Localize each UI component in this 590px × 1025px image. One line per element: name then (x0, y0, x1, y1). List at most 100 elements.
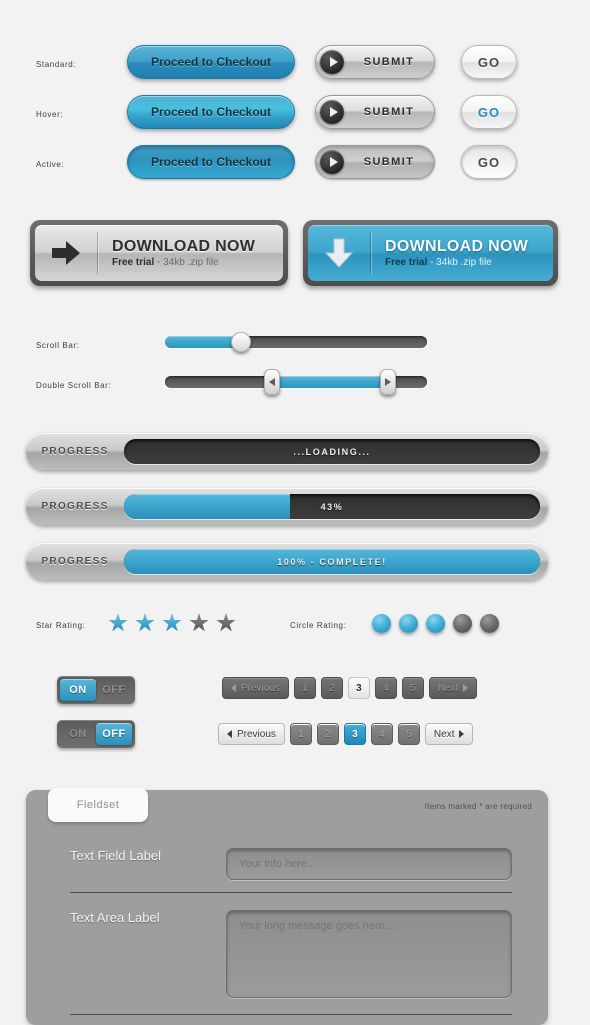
download-now-button-blue[interactable]: DOWNLOAD NOW Free trial - 34kb .zip file (303, 220, 558, 286)
pagination-dark[interactable]: Previous 1 2 3 4 5 Next (222, 677, 478, 699)
circle-rating-label: Circle Rating: (290, 621, 347, 630)
double-scroll-bar-handle-right[interactable] (379, 369, 396, 395)
text-field-label: Text Field Label (70, 848, 162, 863)
progress-label: PROGRESS (41, 501, 109, 512)
pagination-previous-button[interactable]: Previous (218, 723, 285, 745)
progress-bar-complete: PROGRESS 100% - COMPLETE! (26, 543, 548, 580)
proceed-to-checkout-button-standard[interactable]: Proceed to Checkout (127, 45, 295, 79)
circle-icon[interactable] (426, 614, 445, 633)
pagination-page-4[interactable]: 4 (374, 677, 397, 699)
submit-button-active[interactable]: SUBMIT (315, 145, 435, 179)
scroll-bar-handle[interactable] (230, 332, 251, 352)
divider (70, 892, 512, 893)
download-subtitle: Free trial - 34kb .zip file (112, 256, 219, 268)
circle-icon[interactable] (480, 614, 499, 633)
star-rating[interactable] (108, 613, 236, 633)
progress-track: 100% - COMPLETE! (124, 549, 540, 574)
star-icon[interactable] (135, 613, 155, 632)
go-button-active[interactable]: GO (461, 145, 517, 179)
text-field-row: Text Field Label (26, 848, 548, 880)
circle-rating[interactable] (372, 614, 499, 633)
star-icon[interactable] (108, 613, 128, 632)
download-now-button-grey[interactable]: DOWNLOAD NOW Free trial - 34kb .zip file (30, 220, 288, 286)
progress-track: 43% (124, 494, 540, 519)
toggle-option-on[interactable]: ON (60, 679, 96, 701)
toggle-switch-on[interactable]: ON OFF (57, 676, 135, 704)
circle-icon[interactable] (453, 614, 472, 633)
pagination-page-1[interactable]: 1 (289, 723, 312, 745)
play-icon (320, 150, 344, 174)
scroll-bar-label: Scroll Bar: (36, 341, 80, 350)
text-field-input[interactable] (226, 848, 512, 880)
submit-button-label: SUBMIT (363, 106, 415, 118)
text-area-label: Text Area Label (70, 910, 160, 925)
scroll-bar-track[interactable] (165, 336, 427, 348)
required-note: Items marked * are required (424, 802, 532, 811)
progress-label: PROGRESS (41, 556, 109, 567)
proceed-to-checkout-button-hover[interactable]: Proceed to Checkout (127, 95, 295, 129)
star-rating-label: Star Rating: (36, 621, 86, 630)
fieldset-tab[interactable]: Fieldset (48, 788, 148, 822)
play-icon (320, 50, 344, 74)
go-button-label: GO (477, 104, 501, 120)
double-scroll-bar-label: Double Scroll Bar: (36, 381, 112, 390)
progress-label: PROGRESS (41, 446, 109, 457)
pagination-next-button[interactable]: Next (424, 723, 474, 745)
state-label-hover: Hover: (36, 110, 64, 119)
progress-text: ...LOADING... (293, 446, 371, 457)
pagination-page-3[interactable]: 3 (347, 677, 370, 699)
text-area-input[interactable] (226, 910, 512, 998)
submit-button-label: SUBMIT (363, 56, 415, 68)
go-button-hover[interactable]: GO (461, 95, 517, 129)
pagination-page-2[interactable]: 2 (316, 723, 339, 745)
submit-button-hover[interactable]: SUBMIT (315, 95, 435, 129)
button-label: Proceed to Checkout (150, 55, 272, 69)
pagination-page-5[interactable]: 5 (401, 677, 424, 699)
button-label: Proceed to Checkout (150, 155, 272, 169)
toggle-option-on[interactable]: ON (60, 723, 96, 745)
progress-bar-loading: PROGRESS ...LOADING... (26, 433, 548, 470)
go-button-label: GO (477, 54, 501, 70)
pagination-page-5[interactable]: 5 (397, 723, 420, 745)
download-title: DOWNLOAD NOW (112, 237, 256, 255)
circle-icon[interactable] (399, 614, 418, 633)
pagination-light[interactable]: Previous 1 2 3 4 5 Next (218, 723, 474, 745)
pagination-page-2[interactable]: 2 (320, 677, 343, 699)
double-scroll-bar-handle-left[interactable] (264, 369, 281, 395)
submit-button-standard[interactable]: SUBMIT (315, 45, 435, 79)
progress-text: 100% - COMPLETE! (277, 556, 387, 567)
star-icon[interactable] (216, 613, 236, 632)
progress-track: ...LOADING... (124, 439, 540, 464)
toggle-switch-off[interactable]: ON OFF (57, 720, 135, 748)
submit-button-label: SUBMIT (363, 156, 415, 168)
button-label: Proceed to Checkout (150, 105, 272, 119)
arrow-right-icon (35, 238, 97, 268)
progress-text: 43% (320, 501, 344, 512)
state-label-standard: Standard: (36, 60, 77, 69)
fieldset-panel: Fieldset Items marked * are required Tex… (26, 788, 548, 1025)
star-icon[interactable] (189, 613, 209, 632)
text-area-row: Text Area Label (26, 910, 548, 998)
star-icon[interactable] (162, 613, 182, 632)
double-scroll-bar-fill (272, 376, 388, 388)
ui-kit-canvas: Standard: Hover: Active: Proceed to Chec… (0, 0, 590, 1025)
proceed-to-checkout-button-active[interactable]: Proceed to Checkout (127, 145, 295, 179)
download-subtitle: Free trial - 34kb .zip file (385, 256, 492, 268)
pagination-next-button[interactable]: Next (428, 677, 478, 699)
go-button-standard[interactable]: GO (461, 45, 517, 79)
download-title: DOWNLOAD NOW (385, 237, 529, 255)
arrow-down-icon (308, 237, 370, 269)
pagination-page-3[interactable]: 3 (343, 723, 366, 745)
pagination-page-4[interactable]: 4 (370, 723, 393, 745)
state-label-active: Active: (36, 160, 65, 169)
toggle-option-off[interactable]: OFF (96, 679, 132, 701)
toggle-option-off[interactable]: OFF (96, 723, 132, 745)
divider (70, 1014, 512, 1015)
pagination-previous-button[interactable]: Previous (222, 677, 289, 699)
go-button-label: GO (477, 154, 501, 170)
scroll-bar-fill (165, 336, 241, 348)
progress-bar-partial: PROGRESS 43% (26, 488, 548, 525)
circle-icon[interactable] (372, 614, 391, 633)
play-icon (320, 100, 344, 124)
pagination-page-1[interactable]: 1 (293, 677, 316, 699)
